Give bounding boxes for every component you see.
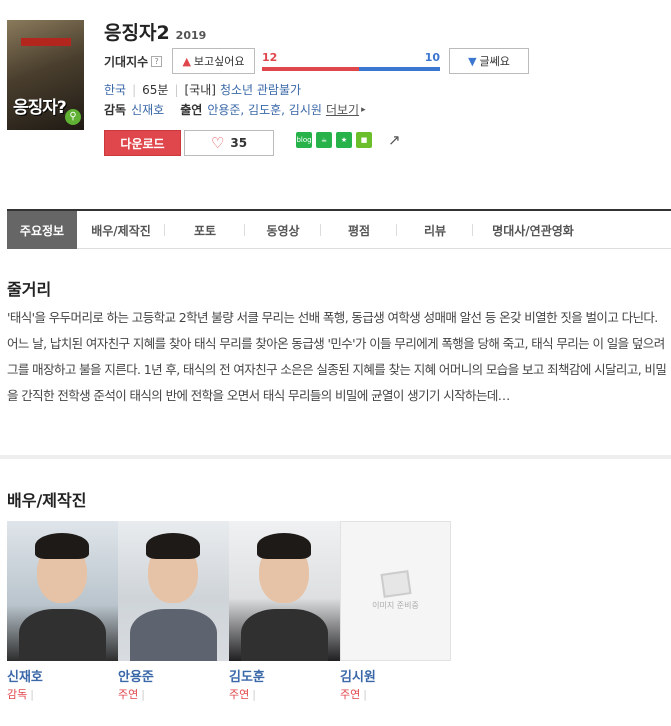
poster-title: 응징자? bbox=[13, 98, 67, 118]
cast-name[interactable]: 김시원 bbox=[340, 666, 451, 685]
tab-label: 포토 bbox=[193, 223, 217, 238]
rating-prefix: [국내] bbox=[184, 83, 216, 97]
image-placeholder-icon bbox=[379, 569, 412, 598]
like-count: 35 bbox=[230, 136, 248, 150]
thumbs-down-icon: ▼ bbox=[468, 54, 477, 68]
cast-section-title: 배우/제작진 bbox=[7, 491, 87, 510]
photo-hair bbox=[257, 533, 311, 559]
synopsis-title: 줄거리 bbox=[7, 280, 52, 299]
rating-link[interactable]: 청소년 관람불가 bbox=[220, 81, 301, 98]
meta-row: 한국 | 65분 | [국내] 청소년 관람불가 bbox=[104, 81, 301, 98]
tab-bar: 주요정보 배우/제작진 포토 동영상 평점 리뷰 명대사/연관영화 bbox=[7, 209, 671, 249]
movie-title: 응징자2 bbox=[104, 22, 170, 44]
tab-label: 명대사/연관영화 bbox=[492, 223, 574, 238]
like-button[interactable]: ♡ 35 bbox=[184, 130, 274, 156]
heart-icon: ♡ bbox=[210, 134, 225, 152]
photo-hair bbox=[35, 533, 89, 559]
cast-photo[interactable] bbox=[229, 521, 340, 661]
dunno-count: 10 bbox=[424, 51, 440, 64]
cast-card[interactable]: 안용준 주연 | bbox=[118, 521, 229, 702]
want-to-see-label: 보고싶어요 bbox=[193, 55, 245, 68]
expectation-label: 기대지수 bbox=[104, 54, 149, 69]
role-separator: | bbox=[363, 688, 367, 701]
poster-banner bbox=[21, 38, 71, 46]
cast-name[interactable]: 신재호 bbox=[7, 666, 118, 685]
want-to-see-button[interactable]: ▲ 보고싶어요 bbox=[172, 48, 255, 74]
director-label: 감독 bbox=[104, 103, 127, 117]
not-sure-button[interactable]: ▼ 글쎄요 bbox=[449, 48, 529, 74]
cafe-share-icon[interactable]: ☕ bbox=[316, 132, 332, 148]
thumbs-up-icon: ▲ bbox=[182, 54, 191, 68]
more-link[interactable]: 더보기 bbox=[326, 101, 359, 118]
cast-card[interactable]: 이미지 준비중 김시원 주연 | bbox=[340, 521, 451, 702]
role-separator: | bbox=[30, 688, 34, 701]
share-row: blog ☕ ★ ■ ↗ bbox=[296, 131, 401, 149]
credits-row: 감독 신재호 출연 안용준, 김도훈, 김시원 더보기 ▸ bbox=[104, 101, 366, 118]
role-separator: | bbox=[252, 688, 256, 701]
blog-share-icon[interactable]: blog bbox=[296, 132, 312, 148]
tab-review[interactable]: 리뷰 bbox=[397, 211, 473, 249]
synopsis-text: '태식'을 우두머리로 하는 고등학교 2학년 불량 서클 무리는 선배 폭행,… bbox=[7, 310, 667, 403]
tab-label: 리뷰 bbox=[423, 223, 447, 238]
cast-links[interactable]: 안용준, 김도훈, 김시원 bbox=[207, 101, 322, 118]
cast-role-label: 주연 bbox=[340, 688, 361, 701]
photo-body bbox=[241, 609, 328, 661]
help-icon[interactable]: ? bbox=[151, 55, 163, 67]
photo-hair bbox=[146, 533, 200, 559]
director-link[interactable]: 신재호 bbox=[131, 101, 164, 118]
title-row: 응징자2 2019 bbox=[104, 18, 206, 45]
cast-role: 감독 | bbox=[7, 686, 118, 702]
movie-year: 2019 bbox=[175, 29, 207, 42]
cast-photo[interactable] bbox=[118, 521, 229, 661]
cast-photo[interactable] bbox=[7, 521, 118, 661]
tab-label: 동영상 bbox=[266, 223, 300, 238]
section-divider bbox=[0, 455, 671, 459]
tab-label: 평점 bbox=[347, 223, 371, 238]
cast-label: 출연 bbox=[180, 103, 203, 117]
tab-main-info[interactable]: 주요정보 bbox=[7, 211, 77, 249]
expectation-row: 기대지수 ? ▲ 보고싶어요 12 10 ▼ 글쎄요 bbox=[104, 48, 534, 74]
poster-zoom-icon[interactable]: ⚲ bbox=[65, 109, 81, 125]
expectation-ratio-bar bbox=[262, 67, 440, 71]
not-sure-label: 글쎄요 bbox=[479, 55, 510, 68]
chevron-right-icon: ▸ bbox=[361, 104, 366, 115]
movie-poster[interactable]: 응징자? ⚲ bbox=[7, 20, 84, 130]
tab-quotes-related[interactable]: 명대사/연관영화 bbox=[473, 211, 593, 249]
tab-label: 배우/제작진 bbox=[91, 223, 151, 238]
cast-card[interactable]: 김도훈 주연 | bbox=[229, 521, 340, 702]
star-share-icon[interactable]: ★ bbox=[336, 132, 352, 148]
photo-body bbox=[130, 609, 217, 661]
cast-role-label: 주연 bbox=[118, 688, 139, 701]
no-image-label: 이미지 준비중 bbox=[372, 600, 419, 610]
country-link[interactable]: 한국 bbox=[104, 81, 126, 98]
photo-body bbox=[19, 609, 106, 661]
download-button[interactable]: 다운로드 bbox=[104, 130, 181, 156]
cast-name[interactable]: 김도훈 bbox=[229, 666, 340, 685]
tab-photo[interactable]: 포토 bbox=[165, 211, 245, 249]
cast-photo[interactable]: 이미지 준비중 bbox=[340, 521, 451, 661]
separator: | bbox=[132, 82, 137, 97]
tab-label: 주요정보 bbox=[19, 223, 65, 238]
me-share-icon[interactable]: ■ bbox=[356, 132, 372, 148]
cast-list: 신재호 감독 | 안용준 주연 | 김도훈 주연 | 이미지 준비중 김시원 주연 | bbox=[7, 521, 451, 702]
role-separator: | bbox=[141, 688, 145, 701]
tab-rating[interactable]: 평점 bbox=[321, 211, 397, 249]
want-count: 12 bbox=[262, 51, 278, 64]
cast-role: 주연 | bbox=[118, 686, 229, 702]
cast-card[interactable]: 신재호 감독 | bbox=[7, 521, 118, 702]
want-ratio-fill bbox=[262, 67, 359, 71]
separator: | bbox=[174, 82, 179, 97]
no-image-placeholder: 이미지 준비중 bbox=[341, 522, 450, 660]
cast-role-label: 주연 bbox=[229, 688, 250, 701]
expectation-bar: 12 10 bbox=[262, 48, 440, 74]
tab-cast-crew[interactable]: 배우/제작진 bbox=[77, 211, 165, 249]
cast-name[interactable]: 안용준 bbox=[118, 666, 229, 685]
tab-video[interactable]: 동영상 bbox=[245, 211, 321, 249]
cast-role-label: 감독 bbox=[7, 688, 28, 701]
export-share-icon[interactable]: ↗ bbox=[388, 131, 401, 149]
cast-role: 주연 | bbox=[229, 686, 340, 702]
cast-role: 주연 | bbox=[340, 686, 451, 702]
runtime: 65분 bbox=[142, 83, 169, 97]
